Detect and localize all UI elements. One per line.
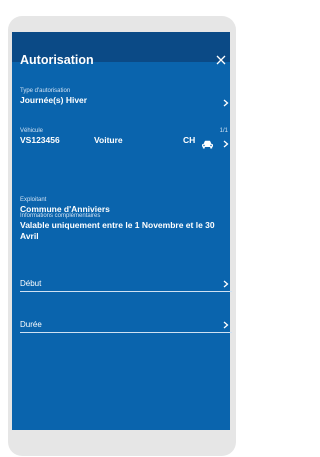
operator-label: Exploitant xyxy=(20,197,47,203)
vehicle-label: Véhicule xyxy=(20,128,44,134)
duration-row-label[interactable]: Durée xyxy=(20,320,42,330)
authorization-type-field[interactable]: Type d'autorisation Journée(s) Hiver xyxy=(20,88,232,106)
additional-info-value: Valable uniquement entre le 1 Novembre e… xyxy=(20,220,215,241)
vehicle-country: CH xyxy=(183,135,196,145)
additional-info-field: Informations complémentaires Valable uni… xyxy=(20,213,232,242)
additional-info-label: Informations complémentaires xyxy=(20,213,101,219)
chevron-right-icon[interactable] xyxy=(223,99,229,107)
start-row-label[interactable]: Début xyxy=(20,279,41,289)
chevron-right-icon[interactable] xyxy=(223,321,229,329)
vehicle-plate: VS123456 xyxy=(20,135,60,145)
authorization-type-value: Journée(s) Hiver xyxy=(20,95,88,105)
close-icon[interactable] xyxy=(216,55,226,65)
car-icon xyxy=(202,140,213,149)
authorization-type-label: Type d'autorisation xyxy=(20,88,71,94)
start-row-underline xyxy=(20,291,232,292)
page-title: Autorisation xyxy=(20,53,94,67)
duration-row-underline xyxy=(20,332,232,333)
vehicle-counter: 1/1 xyxy=(219,128,228,134)
chevron-right-icon[interactable] xyxy=(223,280,229,288)
vehicle-kind: Voiture xyxy=(94,135,123,145)
chevron-right-icon[interactable] xyxy=(223,140,229,148)
